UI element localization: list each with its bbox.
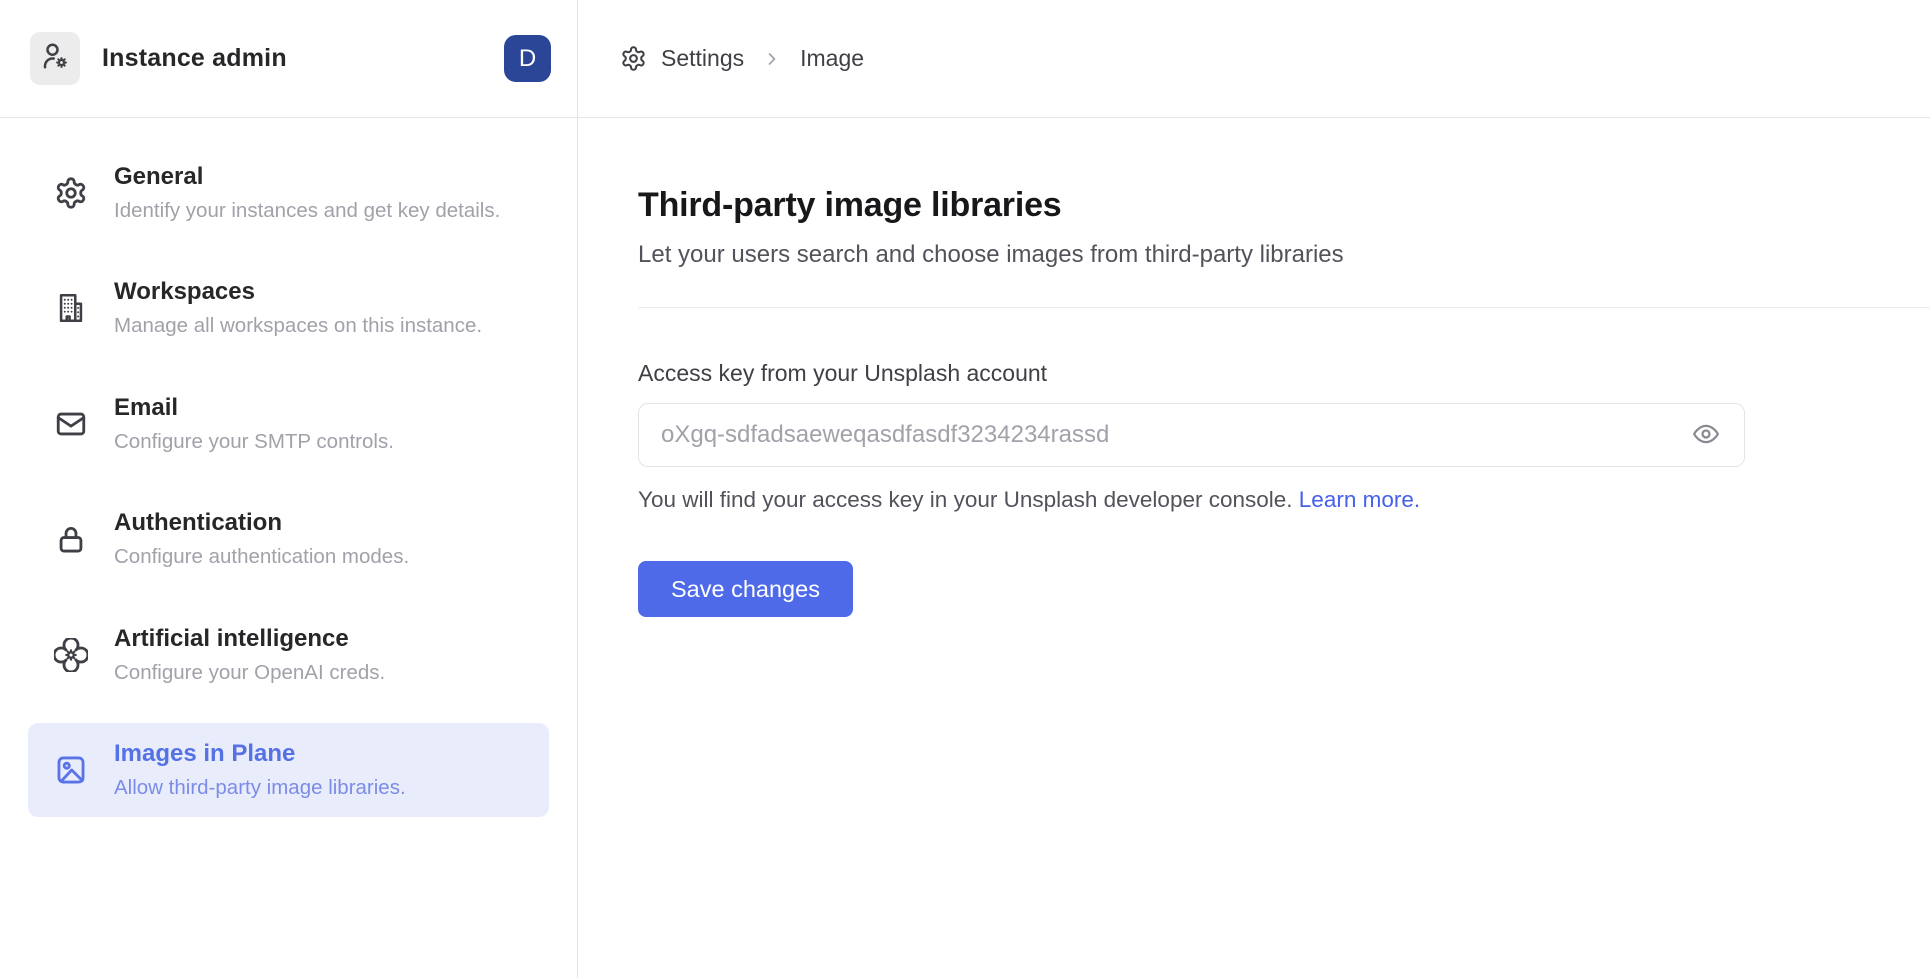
- save-changes-button[interactable]: Save changes: [638, 561, 853, 617]
- lock-icon: [54, 522, 88, 556]
- sidebar-item-images-in-plane[interactable]: Images in Plane Allow third-party image …: [28, 723, 549, 816]
- sidebar-item-description: Manage all workspaces on this instance.: [114, 312, 482, 341]
- page-title: Third-party image libraries: [638, 186, 1930, 225]
- sidebar-item-description: Identify your instances and get key deta…: [114, 197, 500, 226]
- sidebar: Instance admin D General Identify your i…: [0, 0, 578, 978]
- page-subtitle: Let your users search and choose images …: [638, 241, 1930, 269]
- image-icon: [54, 753, 88, 787]
- gear-icon: [54, 176, 88, 210]
- sidebar-item-label: Artificial intelligence: [114, 622, 385, 657]
- sidebar-item-email[interactable]: Email Configure your SMTP controls.: [28, 377, 549, 470]
- help-text-row: You will find your access key in your Un…: [638, 487, 1745, 513]
- sidebar-item-label: General: [114, 160, 500, 195]
- user-avatar[interactable]: D: [504, 35, 551, 82]
- settings-gear-icon: [620, 45, 647, 72]
- unsplash-form: Access key from your Unsplash account Yo…: [638, 360, 1745, 617]
- main-content: Settings Image Third-party image librari…: [578, 0, 1930, 978]
- building-icon: [54, 291, 88, 325]
- sidebar-item-label: Authentication: [114, 506, 409, 541]
- sidebar-item-label: Workspaces: [114, 275, 482, 310]
- settings-panel: Third-party image libraries Let your use…: [578, 118, 1930, 617]
- eye-icon: [1691, 419, 1721, 452]
- main-header: Settings Image: [578, 0, 1930, 118]
- sidebar-item-description: Configure your OpenAI creds.: [114, 659, 385, 688]
- access-key-label: Access key from your Unsplash account: [638, 360, 1745, 387]
- toggle-visibility-button[interactable]: [1689, 418, 1723, 452]
- mail-icon: [54, 407, 88, 441]
- sidebar-item-general[interactable]: General Identify your instances and get …: [28, 146, 549, 239]
- chevron-right-icon: [762, 49, 782, 69]
- sidebar-item-description: Configure your SMTP controls.: [114, 428, 394, 457]
- breadcrumb-image: Image: [800, 45, 864, 72]
- access-key-input-wrap: [638, 403, 1745, 467]
- ai-icon: [54, 638, 88, 672]
- access-key-input[interactable]: [638, 403, 1745, 467]
- sidebar-item-description: Configure authentication modes.: [114, 543, 409, 572]
- app-title: Instance admin: [102, 44, 287, 73]
- sidebar-item-label: Images in Plane: [114, 737, 406, 772]
- sidebar-header: Instance admin D: [0, 0, 577, 118]
- sidebar-item-authentication[interactable]: Authentication Configure authentication …: [28, 492, 549, 585]
- breadcrumb: Settings Image: [620, 45, 864, 72]
- section-divider: [638, 307, 1930, 308]
- sidebar-item-artificial-intelligence[interactable]: Artificial intelligence Configure your O…: [28, 608, 549, 701]
- sidebar-item-workspaces[interactable]: Workspaces Manage all workspaces on this…: [28, 261, 549, 354]
- sidebar-item-description: Allow third-party image libraries.: [114, 774, 406, 803]
- learn-more-link[interactable]: Learn more.: [1299, 487, 1420, 512]
- instance-admin-logo: [30, 32, 80, 85]
- breadcrumb-settings[interactable]: Settings: [661, 45, 744, 72]
- sidebar-nav: General Identify your instances and get …: [0, 118, 577, 839]
- sidebar-item-label: Email: [114, 391, 394, 426]
- help-text: You will find your access key in your Un…: [638, 487, 1293, 512]
- user-cog-icon: [40, 41, 70, 76]
